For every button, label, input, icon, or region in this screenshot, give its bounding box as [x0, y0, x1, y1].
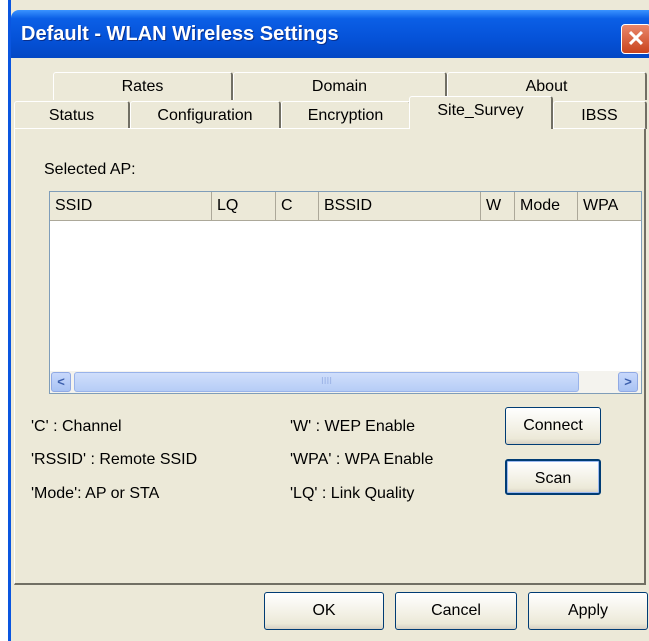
ap-list-header: SSID LQ C BSSID W Mode WPA — [50, 192, 641, 221]
scan-button[interactable]: Scan — [505, 459, 601, 495]
scroll-left-icon[interactable]: < — [51, 372, 71, 392]
legend-mode: 'Mode': AP or STA — [31, 485, 160, 502]
legend-wep: 'W' : WEP Enable — [290, 418, 415, 435]
dialog-window: Default - WLAN Wireless Settings ✕ Rates… — [8, 0, 649, 641]
tab-rates[interactable]: Rates — [53, 72, 233, 100]
column-mode[interactable]: Mode — [515, 192, 578, 220]
column-wep[interactable]: W — [481, 192, 515, 220]
tab-ibss[interactable]: IBSS — [553, 101, 647, 129]
ap-list[interactable]: SSID LQ C BSSID W Mode WPA < IIII > — [49, 191, 642, 394]
scroll-right-icon[interactable]: > — [618, 372, 638, 392]
tab-site-survey[interactable]: Site_Survey — [409, 96, 553, 129]
column-channel[interactable]: C — [276, 192, 319, 220]
column-lq[interactable]: LQ — [212, 192, 276, 220]
title-bar[interactable]: Default - WLAN Wireless Settings ✕ — [11, 10, 649, 58]
close-icon[interactable]: ✕ — [622, 26, 649, 52]
tab-configuration[interactable]: Configuration — [130, 101, 281, 129]
window-title: Default - WLAN Wireless Settings — [21, 23, 339, 45]
scroll-thumb[interactable]: IIII — [74, 372, 579, 392]
legend-lq: 'LQ' : Link Quality — [290, 485, 415, 502]
horizontal-scrollbar[interactable]: < IIII > — [50, 371, 641, 393]
legend-wpa: 'WPA' : WPA Enable — [290, 451, 434, 468]
cancel-button[interactable]: Cancel — [395, 592, 517, 630]
apply-button[interactable]: Apply — [528, 592, 648, 630]
tab-encryption[interactable]: Encryption — [281, 101, 411, 129]
column-wpa[interactable]: WPA — [578, 192, 641, 220]
legend-channel: 'C' : Channel — [31, 418, 122, 435]
column-ssid[interactable]: SSID — [50, 192, 212, 220]
connect-button[interactable]: Connect — [505, 407, 601, 445]
legend-rssid: 'RSSID' : Remote SSID — [31, 451, 198, 468]
column-bssid[interactable]: BSSID — [319, 192, 481, 220]
selected-ap-label: Selected AP: — [44, 161, 136, 178]
ok-button[interactable]: OK — [264, 592, 384, 630]
close-button[interactable]: ✕ — [621, 24, 649, 54]
tab-status[interactable]: Status — [14, 101, 130, 129]
